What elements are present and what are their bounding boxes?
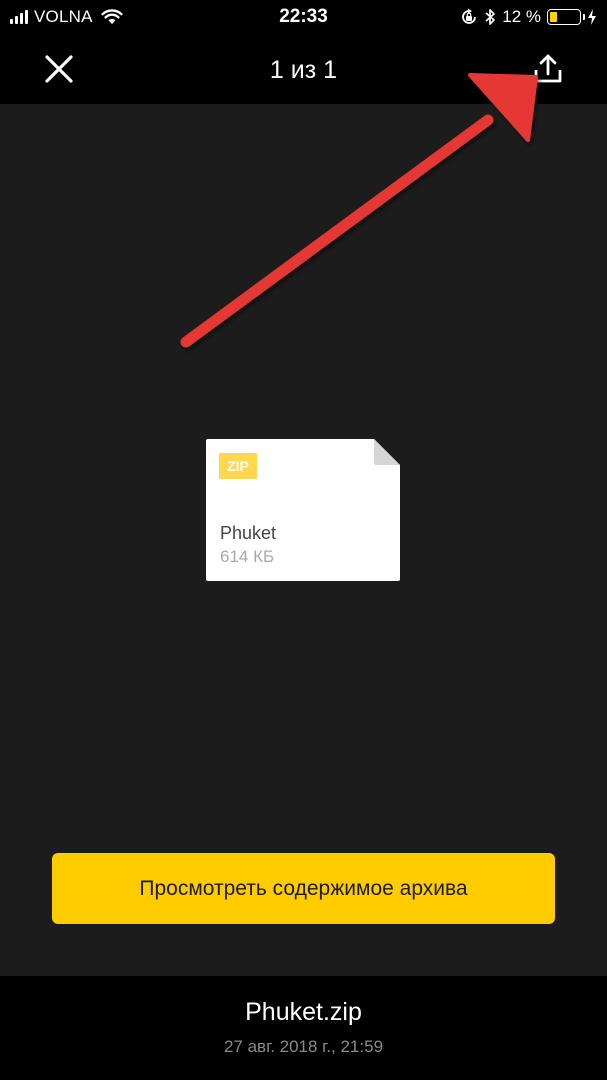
- view-archive-contents-button[interactable]: Просмотреть содержимое архива: [52, 853, 555, 924]
- bottom-info-bar: Phuket.zip 27 авг. 2018 г., 21:59: [0, 976, 607, 1080]
- battery-fill: [550, 12, 557, 22]
- status-right: 12 %: [460, 7, 597, 27]
- charging-icon: [588, 9, 596, 25]
- footer-date: 27 авг. 2018 г., 21:59: [223, 1037, 384, 1056]
- close-button[interactable]: [38, 48, 80, 90]
- battery-icon: [547, 9, 585, 25]
- file-type-badge: ZIP: [219, 453, 257, 479]
- bluetooth-icon: [485, 9, 496, 25]
- orientation-lock-icon: [462, 8, 477, 24]
- file-card[interactable]: ZIP Phuket 614 КБ: [206, 439, 400, 581]
- battery-percent: 12 %: [502, 7, 541, 26]
- footer-file-name: Phuket.zip: [245, 998, 362, 1026]
- annotation-arrow-icon: [180, 73, 538, 348]
- status-bar: VOLNA 22:33 12 %: [0, 0, 607, 34]
- file-size: 614 КБ: [220, 547, 275, 566]
- file-name: Phuket: [220, 523, 277, 543]
- close-icon: [45, 55, 73, 83]
